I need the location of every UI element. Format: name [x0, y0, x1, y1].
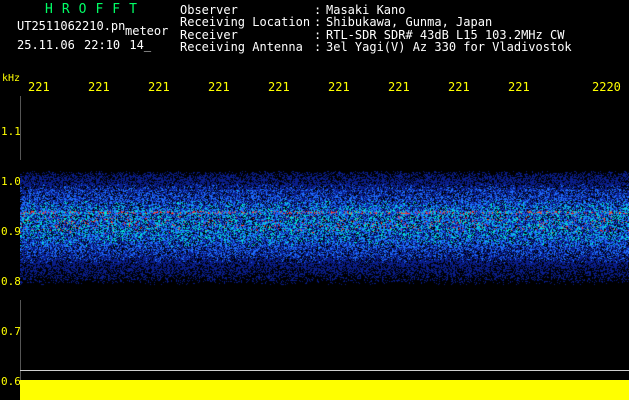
info-separator: : [314, 15, 322, 30]
time-tick: 221 [508, 80, 530, 94]
time-tick: 221 [208, 80, 230, 94]
frequency-tick: 0.8 [1, 275, 21, 288]
time-tick: 2220 [592, 80, 621, 94]
time-tick: 221 [88, 80, 110, 94]
time-tick: 221 [388, 80, 410, 94]
baseline [20, 370, 629, 371]
time-tick: 221 [28, 80, 50, 94]
observation-tag: meteor [125, 24, 169, 38]
time-tick: 221 [268, 80, 290, 94]
info-row-antenna: Receiving Antenna:3el Yagi(V) Az 330 for… [180, 39, 572, 54]
time-tick: 221 [448, 80, 470, 94]
frequency-tick: 0.7 [1, 325, 21, 338]
frequency-tick: 0.6 [1, 375, 21, 388]
spectrogram [20, 160, 629, 300]
filename: UT2511062210.pn [17, 19, 126, 33]
frequency-tick: 0.9 [1, 225, 21, 238]
frequency-unit-label: kHz [2, 73, 21, 84]
time-tick: 221 [148, 80, 170, 94]
frequency-tick: 1.0 [1, 175, 21, 188]
time-tick: 221 [328, 80, 350, 94]
info-label: Receiving Antenna [180, 39, 303, 54]
info-separator: : [314, 39, 322, 54]
level-bar [20, 380, 629, 400]
app-title: HROFFT [45, 2, 146, 17]
observation-datetime: 25.11.06 22:10 14_ [17, 38, 152, 52]
info-value: 3el Yagi(V) Az 330 for Vladivostok [326, 39, 572, 54]
frequency-tick: 1.1 [1, 125, 21, 138]
info-label: Receiving Location [180, 15, 311, 30]
station-info: Observer: Masaki Kano Receiving Location:… [180, 4, 572, 53]
